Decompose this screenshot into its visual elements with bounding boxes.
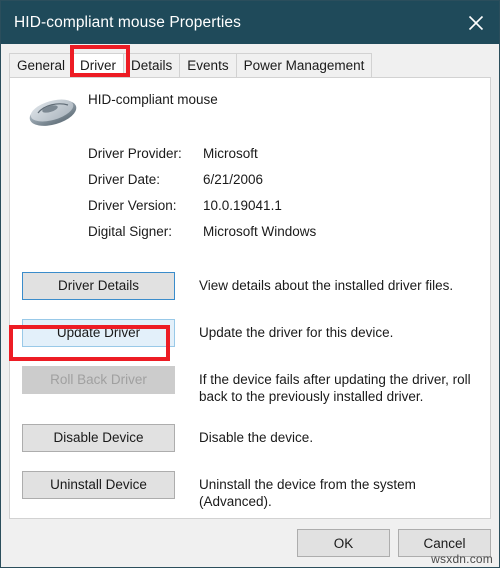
driver-details-description: View details about the installed driver … (199, 278, 454, 293)
update-driver-button[interactable]: Update Driver (22, 319, 175, 347)
disable-device-button[interactable]: Disable Device (22, 424, 175, 452)
driver-tab-panel: HID-compliant mouse Driver Provider: Mic… (9, 77, 491, 519)
update-driver-description: Update the driver for this device. (199, 325, 394, 340)
close-icon[interactable] (453, 1, 499, 44)
action-row-roll-back-driver: Roll Back Driver If the device fails aft… (10, 366, 490, 405)
ok-button[interactable]: OK (297, 529, 390, 557)
window-title: HID-compliant mouse Properties (14, 13, 241, 31)
tab-driver[interactable]: Driver (72, 53, 125, 77)
driver-provider-value: Microsoft (203, 146, 258, 161)
table-row: Driver Version: 10.0.19041.1 (88, 198, 316, 224)
digital-signer-label: Digital Signer: (88, 224, 173, 239)
table-row: Driver Date: 6/21/2006 (88, 172, 316, 198)
action-row-update-driver: Update Driver Update the driver for this… (10, 319, 490, 347)
action-row-disable-device: Disable Device Disable the device. (10, 424, 490, 452)
driver-date-value: 6/21/2006 (203, 172, 264, 187)
driver-provider-label: Driver Provider: (88, 146, 182, 161)
table-row: Driver Provider: Microsoft (88, 146, 316, 172)
dialog-footer: OK Cancel wsxdn.com (1, 520, 499, 567)
tab-general[interactable]: General (9, 53, 74, 77)
watermark: wsxdn.com (431, 552, 493, 566)
uninstall-device-button[interactable]: Uninstall Device (22, 471, 175, 499)
disable-device-description: Disable the device. (199, 430, 314, 445)
tab-strip: General Driver Details Events Power Mana… (1, 44, 499, 77)
tab-list: General Driver Details Events Power Mana… (9, 53, 373, 77)
driver-version-label: Driver Version: (88, 198, 177, 213)
action-row-driver-details: Driver Details View details about the in… (10, 272, 490, 300)
digital-signer-value: Microsoft Windows (203, 224, 317, 239)
driver-details-button[interactable]: Driver Details (22, 272, 175, 300)
device-name: HID-compliant mouse (88, 92, 218, 107)
uninstall-device-description: Uninstall the device from the system (Ad… (199, 477, 416, 509)
properties-dialog: HID-compliant mouse Properties General D… (0, 0, 500, 568)
tab-events[interactable]: Events (179, 53, 237, 77)
device-header: HID-compliant mouse (10, 78, 490, 140)
table-row: Digital Signer: Microsoft Windows (88, 224, 316, 250)
mouse-icon (26, 92, 82, 132)
action-row-uninstall-device: Uninstall Device Uninstall the device fr… (10, 471, 490, 510)
tab-power-management[interactable]: Power Management (235, 53, 373, 77)
title-bar: HID-compliant mouse Properties (1, 1, 499, 44)
roll-back-driver-button: Roll Back Driver (22, 366, 175, 394)
driver-actions: Driver Details View details about the in… (10, 272, 490, 518)
driver-date-label: Driver Date: (88, 172, 161, 187)
driver-version-value: 10.0.19041.1 (203, 198, 282, 213)
tab-details[interactable]: Details (123, 53, 181, 77)
driver-info-table: Driver Provider: Microsoft Driver Date: … (88, 146, 316, 250)
roll-back-driver-description: If the device fails after updating the d… (199, 372, 471, 404)
